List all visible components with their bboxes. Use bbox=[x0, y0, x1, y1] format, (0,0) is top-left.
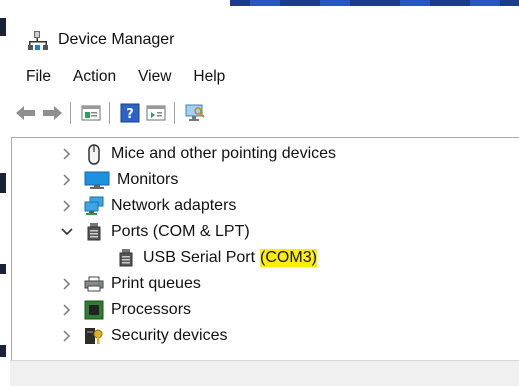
desktop-background-strip bbox=[230, 0, 519, 6]
menu-bar: File Action View Help bbox=[10, 62, 519, 92]
toolbar-separator bbox=[174, 102, 175, 124]
update-driver-icon[interactable] bbox=[144, 101, 168, 125]
menu-view[interactable]: View bbox=[130, 64, 179, 90]
network-adapter-icon bbox=[84, 196, 104, 216]
back-arrow-icon[interactable] bbox=[14, 101, 38, 125]
toolbar-separator bbox=[70, 102, 71, 124]
device-tree: Mice and other pointing devices Monitors… bbox=[11, 137, 519, 361]
chevron-right-icon[interactable] bbox=[60, 173, 74, 187]
tree-node-usb-serial-port[interactable]: USB Serial Port (COM3) bbox=[116, 245, 317, 271]
tree-node-label: Monitors bbox=[117, 171, 179, 188]
tree-node-label: USB Serial Port bbox=[143, 249, 256, 266]
chevron-right-icon[interactable] bbox=[60, 147, 74, 161]
chevron-right-icon[interactable] bbox=[60, 277, 74, 291]
tree-node-label: Security devices bbox=[111, 327, 228, 344]
title-bar: Device Manager bbox=[10, 20, 519, 60]
chevron-right-icon[interactable] bbox=[60, 329, 74, 343]
tree-node-label: Network adapters bbox=[111, 197, 237, 214]
menu-action[interactable]: Action bbox=[65, 64, 124, 90]
com-port-highlight: (COM3) bbox=[260, 249, 317, 267]
desktop-edge bbox=[0, 0, 9, 386]
status-bar bbox=[10, 360, 519, 386]
properties-icon[interactable] bbox=[79, 101, 103, 125]
forward-arrow-icon[interactable] bbox=[40, 101, 64, 125]
device-manager-window: Device Manager File Action View Help ? M… bbox=[0, 0, 519, 386]
help-icon[interactable]: ? bbox=[118, 101, 142, 125]
device-manager-icon bbox=[28, 29, 50, 51]
mouse-icon bbox=[84, 144, 104, 165]
tree-node-ports[interactable]: Ports (COM & LPT) bbox=[60, 219, 250, 245]
menu-help[interactable]: Help bbox=[185, 64, 233, 90]
tree-node-label: Processors bbox=[111, 301, 192, 318]
chevron-right-icon[interactable] bbox=[60, 303, 74, 317]
tree-node-monitors[interactable]: Monitors bbox=[60, 167, 178, 193]
menu-file[interactable]: File bbox=[18, 64, 59, 90]
tree-node-label: Mice and other pointing devices bbox=[111, 145, 337, 162]
toolbar-separator bbox=[109, 102, 110, 124]
window-title: Device Manager bbox=[58, 31, 175, 48]
tree-node-processors[interactable]: Processors bbox=[60, 297, 191, 323]
toolbar: ? bbox=[10, 96, 519, 130]
scan-hardware-icon[interactable] bbox=[183, 101, 207, 125]
chevron-down-icon[interactable] bbox=[60, 225, 74, 239]
printer-icon bbox=[84, 274, 104, 294]
tree-node-security-devices[interactable]: Security devices bbox=[60, 323, 228, 349]
tree-node-label: Print queues bbox=[111, 275, 201, 292]
svg-text:?: ? bbox=[126, 107, 134, 122]
port-icon bbox=[116, 248, 136, 268]
tree-node-network-adapters[interactable]: Network adapters bbox=[60, 193, 236, 219]
tree-node-mice[interactable]: Mice and other pointing devices bbox=[60, 141, 336, 167]
processor-icon bbox=[84, 300, 104, 320]
monitor-icon bbox=[84, 170, 110, 190]
security-device-icon bbox=[84, 326, 104, 346]
tree-node-print-queues[interactable]: Print queues bbox=[60, 271, 201, 297]
chevron-right-icon[interactable] bbox=[60, 199, 74, 213]
port-icon bbox=[84, 222, 104, 242]
tree-node-label: Ports (COM & LPT) bbox=[111, 223, 250, 240]
